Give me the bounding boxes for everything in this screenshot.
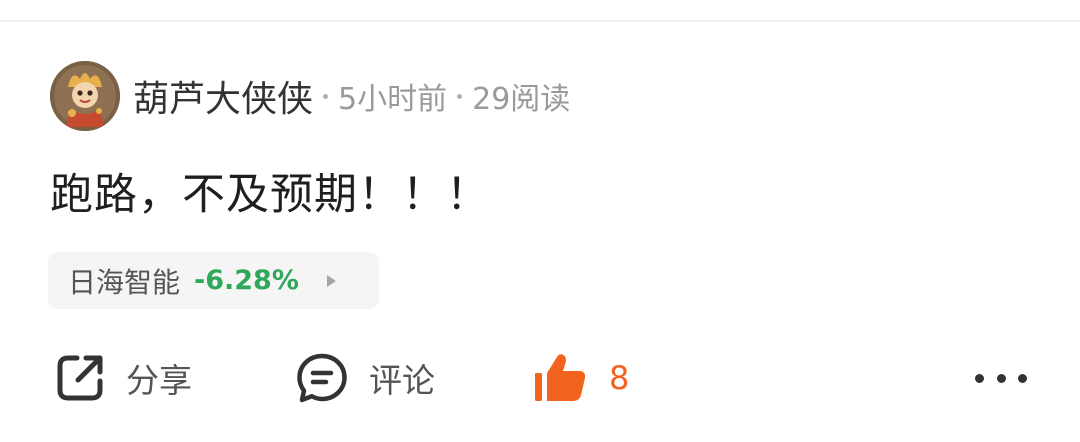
comment-icon bbox=[297, 353, 347, 403]
post-meta: 5小时前 29阅读 bbox=[323, 74, 570, 118]
post-content[interactable]: 跑路，不及预期！！！ bbox=[50, 160, 490, 222]
comment-label: 评论 bbox=[369, 361, 435, 400]
post-header: 葫芦大侠侠 5小时前 29阅读 bbox=[133, 70, 570, 122]
avatar-image bbox=[50, 61, 120, 131]
comment-button[interactable]: 评论 bbox=[295, 350, 435, 406]
more-button[interactable] bbox=[975, 366, 1027, 390]
share-icon bbox=[57, 355, 103, 401]
more-icon bbox=[1018, 373, 1027, 383]
thumbs-up-icon bbox=[535, 354, 586, 401]
stock-name: 日海智能 bbox=[68, 265, 181, 299]
author-name[interactable]: 葫芦大侠侠 bbox=[133, 70, 313, 122]
like-count: 8 bbox=[609, 359, 630, 397]
separator-dot bbox=[457, 93, 463, 99]
post-card: 葫芦大侠侠 5小时前 29阅读 跑路，不及预期！！！ 日海智能 -6.28% 分… bbox=[0, 0, 1080, 442]
share-label: 分享 bbox=[126, 361, 192, 400]
more-icon bbox=[996, 373, 1006, 383]
read-count: 29阅读 bbox=[472, 82, 571, 117]
avatar[interactable] bbox=[50, 61, 120, 131]
stock-tag[interactable]: 日海智能 -6.28% bbox=[48, 252, 379, 309]
triangle-right-icon bbox=[326, 274, 336, 287]
post-time: 5小时前 bbox=[338, 82, 448, 117]
more-icon bbox=[975, 373, 984, 383]
divider bbox=[0, 20, 1080, 22]
like-button[interactable]: 8 bbox=[533, 350, 629, 406]
separator-dot bbox=[323, 93, 329, 99]
stock-change: -6.28% bbox=[194, 265, 299, 296]
share-button[interactable]: 分享 bbox=[54, 350, 192, 406]
